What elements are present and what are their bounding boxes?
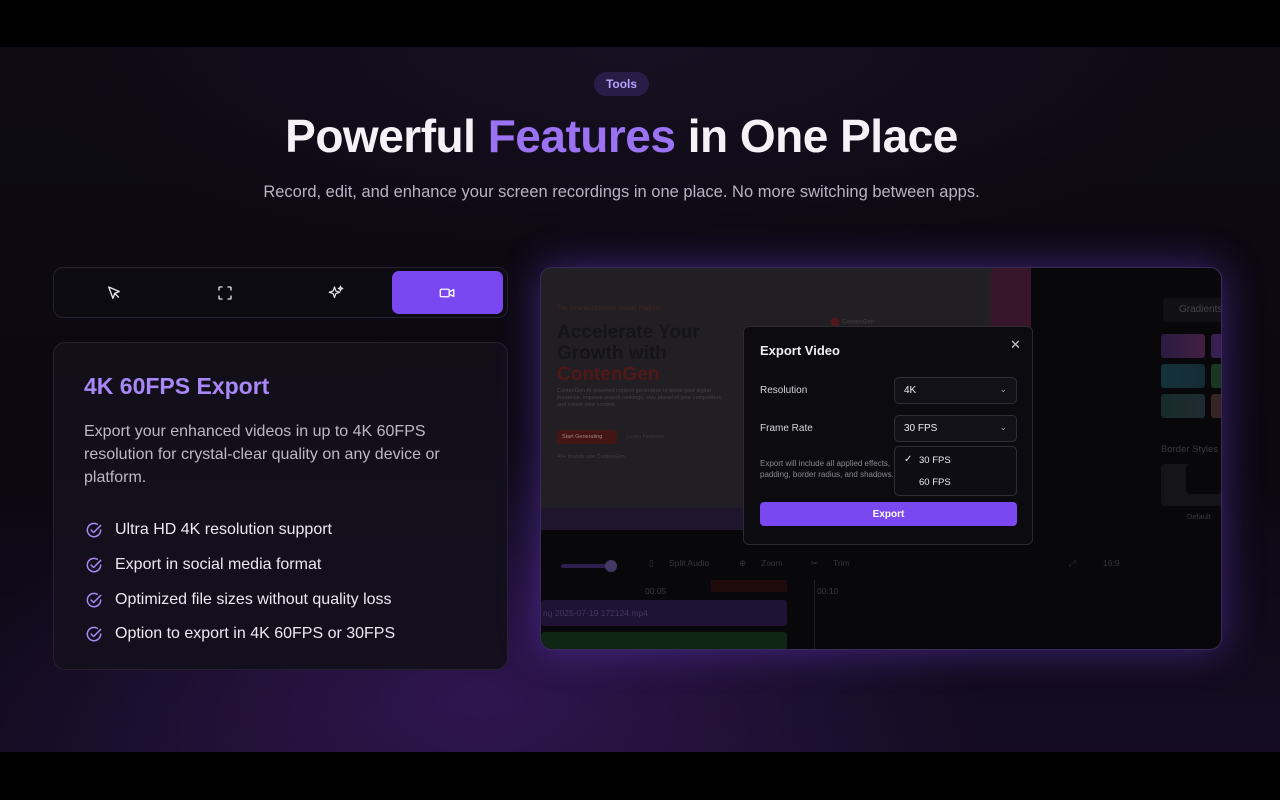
- check-circle-icon: [86, 592, 102, 608]
- feature-item-text: Ultra HD 4K resolution support: [115, 521, 332, 539]
- feature-item-text: Export in social media format: [115, 556, 322, 574]
- feature-description: Export your enhanced videos in up to 4K …: [84, 423, 440, 486]
- check-circle-icon: [86, 557, 102, 573]
- focus-frame-icon: [218, 285, 232, 300]
- list-item: Optimized file sizes without quality los…: [84, 582, 395, 617]
- export-note: Export will include all applied effects,…: [760, 459, 894, 479]
- list-item: Export in social media format: [84, 548, 395, 583]
- framerate-option-30[interactable]: 30 FPS: [919, 455, 951, 466]
- feature-item-text: Option to export in 4K 60FPS or 30FPS: [115, 625, 396, 643]
- feature-list: Ultra HD 4K resolution support Export in…: [84, 513, 395, 652]
- tab-export[interactable]: [391, 271, 503, 314]
- cursor-icon: [107, 285, 120, 299]
- video-camera-icon: [439, 288, 455, 297]
- section-badge: Tools: [594, 72, 649, 96]
- title-part1: Powerful: [285, 110, 488, 162]
- chevron-down-icon: ⌄: [999, 384, 1007, 394]
- framerate-dropdown: ✓ 30 FPS 60 FPS: [894, 446, 1017, 496]
- dialog-title: Export Video: [760, 343, 840, 358]
- framerate-select[interactable]: 30 FPS ⌄: [894, 415, 1017, 442]
- list-item: Ultra HD 4K resolution support: [84, 513, 395, 548]
- export-video-dialog: Export Video ✕ Resolution 4K ⌄ Frame Rat…: [743, 326, 1033, 545]
- chevron-down-icon: ⌄: [999, 422, 1007, 432]
- framerate-option-60[interactable]: 60 FPS: [919, 477, 951, 488]
- feature-item-text: Optimized file sizes without quality los…: [115, 590, 392, 608]
- check-circle-icon: [86, 522, 102, 538]
- app-preview-window: The Smartest Content Growth Platform Acc…: [540, 267, 1222, 650]
- framerate-label: Frame Rate: [760, 423, 813, 434]
- section-title: Powerful Features in One Place: [0, 109, 1243, 163]
- resolution-label: Resolution: [760, 385, 808, 396]
- feature-title: 4K 60FPS Export: [84, 373, 270, 399]
- list-item: Option to export in 4K 60FPS or 30FPS: [84, 617, 395, 652]
- close-icon[interactable]: ✕: [1010, 337, 1021, 353]
- tab-focus[interactable]: [169, 271, 280, 314]
- check-circle-icon: [86, 627, 102, 642]
- title-part2: in One Place: [675, 110, 959, 162]
- framerate-value: 30 FPS: [904, 423, 938, 434]
- tab-cursor[interactable]: [58, 271, 169, 314]
- section-subtitle: Record, edit, and enhance your screen re…: [263, 183, 980, 201]
- feature-card: 4K 60FPS Export Export your enhanced vid…: [53, 342, 508, 670]
- feature-tab-bar: [53, 267, 508, 318]
- title-accent: Features: [487, 110, 676, 162]
- export-button[interactable]: Export: [760, 502, 1017, 526]
- check-icon: ✓: [904, 454, 913, 465]
- tab-effects[interactable]: [281, 271, 392, 314]
- features-section: Tools Powerful Features in One Place Rec…: [0, 47, 1280, 752]
- sparkles-icon: [328, 285, 344, 298]
- resolution-value: 4K: [904, 385, 917, 396]
- resolution-select[interactable]: 4K ⌄: [894, 377, 1017, 404]
